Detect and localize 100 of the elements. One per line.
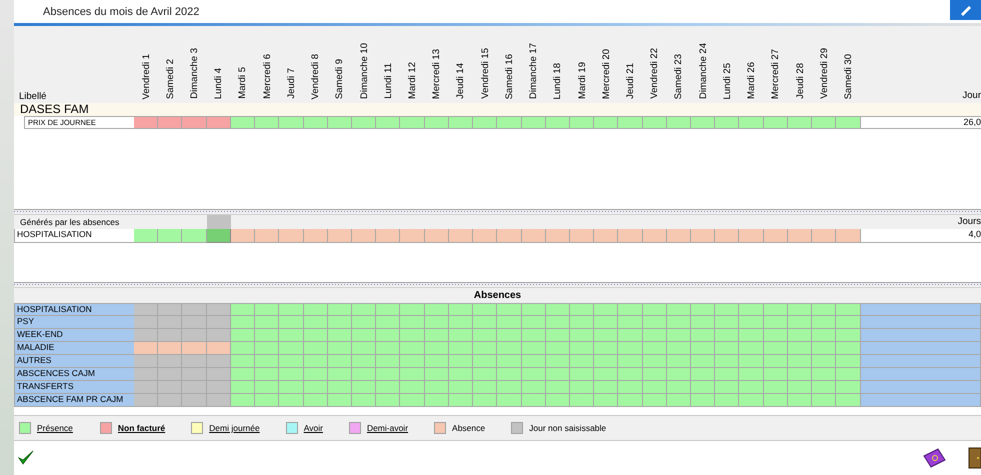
day-cell[interactable] — [546, 229, 570, 243]
day-cell[interactable] — [206, 316, 231, 329]
day-cell[interactable] — [255, 381, 280, 394]
day-cell[interactable] — [764, 381, 788, 394]
day-cell[interactable] — [666, 329, 692, 342]
day-cell[interactable] — [304, 316, 328, 329]
day-cell[interactable] — [546, 368, 570, 381]
day-cell[interactable] — [206, 116, 231, 129]
day-cell[interactable] — [182, 316, 207, 329]
day-cell[interactable] — [206, 368, 231, 381]
day-cell[interactable] — [230, 394, 256, 407]
day-cell[interactable] — [691, 316, 716, 329]
day-cell[interactable] — [812, 368, 836, 381]
day-cell[interactable] — [448, 381, 474, 394]
day-cell[interactable] — [400, 368, 425, 381]
day-cell[interactable] — [352, 355, 376, 368]
day-cell[interactable] — [739, 303, 764, 316]
day-cell[interactable] — [424, 329, 449, 342]
day-cell[interactable] — [182, 368, 207, 381]
day-cell[interactable] — [836, 368, 861, 381]
day-cell[interactable] — [158, 394, 182, 407]
day-cell[interactable] — [448, 303, 474, 316]
day-cell[interactable] — [812, 329, 836, 342]
day-cell[interactable] — [376, 329, 400, 342]
day-cell[interactable] — [715, 342, 740, 355]
day-cell[interactable] — [473, 229, 498, 243]
day-cell[interactable] — [473, 342, 498, 355]
day-cell[interactable] — [812, 355, 836, 368]
day-cell[interactable] — [788, 229, 812, 243]
day-cell[interactable] — [473, 303, 498, 316]
day-cell[interactable] — [448, 229, 474, 243]
day-cell[interactable] — [594, 355, 618, 368]
day-cell[interactable] — [255, 342, 280, 355]
day-cell[interactable] — [448, 368, 474, 381]
day-cell[interactable] — [134, 303, 158, 316]
legend-link[interactable]: Non facturé — [118, 423, 166, 433]
day-cell[interactable] — [739, 316, 764, 329]
day-cell[interactable] — [836, 381, 861, 394]
day-cell[interactable] — [522, 381, 546, 394]
day-cell[interactable] — [812, 116, 836, 129]
day-cell[interactable] — [376, 116, 400, 129]
day-cell[interactable] — [739, 368, 764, 381]
day-cell[interactable] — [352, 329, 376, 342]
day-cell[interactable] — [522, 342, 546, 355]
day-cell[interactable] — [376, 394, 400, 407]
day-cell[interactable] — [473, 116, 498, 129]
day-cell[interactable] — [642, 303, 667, 316]
day-cell[interactable] — [812, 394, 836, 407]
day-cell[interactable] — [618, 329, 643, 342]
day-cell[interactable] — [812, 342, 836, 355]
day-cell[interactable] — [182, 355, 207, 368]
day-cell[interactable] — [691, 342, 716, 355]
day-cell[interactable] — [691, 394, 716, 407]
day-cell[interactable] — [522, 116, 546, 129]
day-cell[interactable] — [328, 342, 352, 355]
day-cell[interactable] — [642, 394, 667, 407]
day-cell[interactable] — [376, 316, 400, 329]
day-cell[interactable] — [618, 303, 643, 316]
day-cell[interactable] — [618, 394, 643, 407]
day-cell[interactable] — [206, 229, 231, 243]
day-cell[interactable] — [473, 329, 498, 342]
day-cell[interactable] — [691, 303, 716, 316]
day-cell[interactable] — [788, 329, 812, 342]
day-cell[interactable] — [328, 116, 352, 129]
day-cell[interactable] — [304, 329, 328, 342]
day-cell[interactable] — [134, 355, 158, 368]
day-cell[interactable] — [279, 303, 304, 316]
day-cell[interactable] — [473, 368, 498, 381]
day-cell[interactable] — [764, 368, 788, 381]
legend-link[interactable]: Demi journée — [209, 423, 260, 433]
day-cell[interactable] — [691, 116, 716, 129]
day-cell[interactable] — [642, 229, 667, 243]
day-cell[interactable] — [497, 381, 522, 394]
day-cell[interactable] — [328, 381, 352, 394]
day-cell[interactable] — [666, 342, 692, 355]
day-cell[interactable] — [764, 394, 788, 407]
day-cell[interactable] — [666, 381, 692, 394]
day-cell[interactable] — [352, 394, 376, 407]
day-cell[interactable] — [788, 394, 812, 407]
day-cell[interactable] — [788, 381, 812, 394]
day-cell[interactable] — [304, 229, 328, 243]
day-cell[interactable] — [279, 316, 304, 329]
day-cell[interactable] — [400, 116, 425, 129]
day-cell[interactable] — [642, 355, 667, 368]
legend-link[interactable]: Présence — [37, 423, 73, 433]
day-cell[interactable] — [230, 116, 256, 129]
day-cell[interactable] — [546, 316, 570, 329]
day-cell[interactable] — [788, 316, 812, 329]
day-cell[interactable] — [376, 303, 400, 316]
day-cell[interactable] — [400, 342, 425, 355]
day-cell[interactable] — [546, 303, 570, 316]
day-cell[interactable] — [400, 316, 425, 329]
day-cell[interactable] — [788, 342, 812, 355]
day-cell[interactable] — [279, 368, 304, 381]
day-cell[interactable] — [764, 329, 788, 342]
day-cell[interactable] — [836, 116, 861, 129]
day-cell[interactable] — [134, 229, 158, 243]
day-cell[interactable] — [546, 116, 570, 129]
day-cell[interactable] — [206, 355, 231, 368]
day-cell[interactable] — [134, 394, 158, 407]
